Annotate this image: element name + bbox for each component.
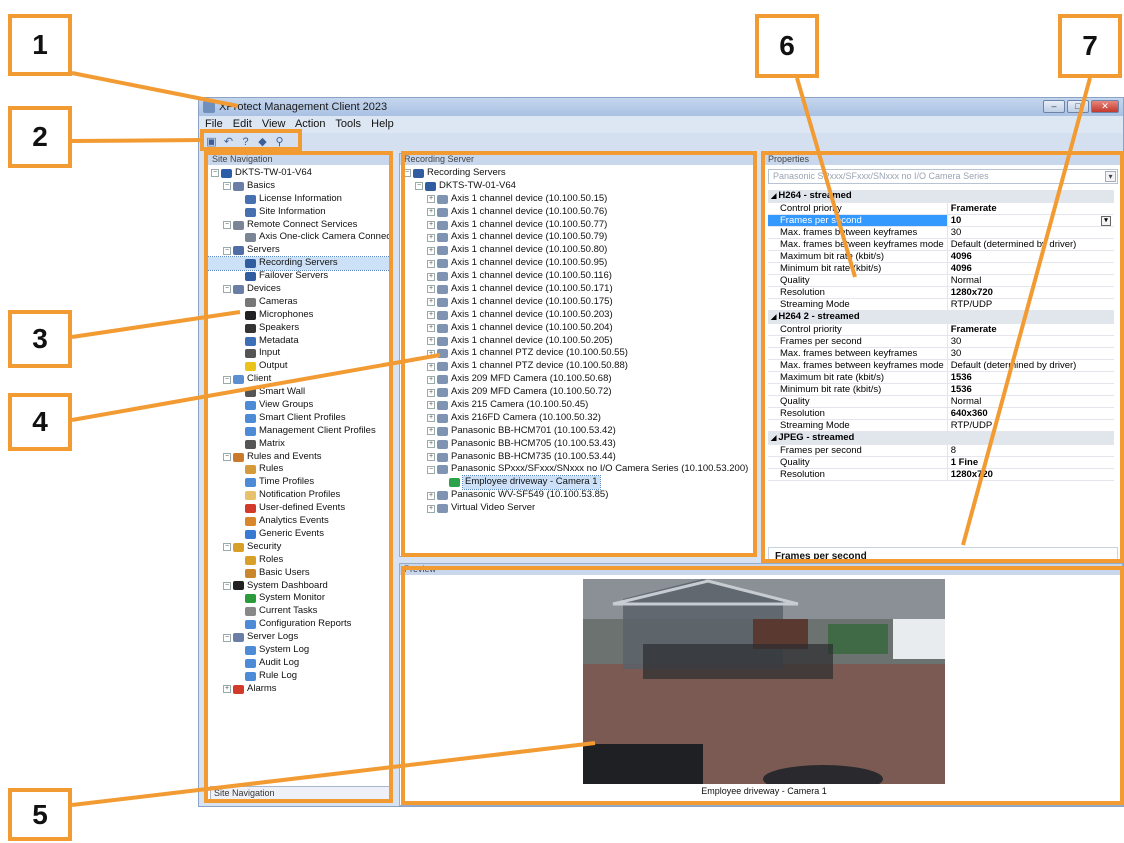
callout-lines — [71, 71, 1092, 807]
callout-7: 7 — [1058, 14, 1122, 78]
callout-2: 2 — [8, 106, 72, 168]
callout-5: 5 — [8, 788, 72, 841]
callout-3: 3 — [8, 310, 72, 368]
callout-4: 4 — [8, 393, 72, 451]
callout-1: 1 — [8, 14, 72, 76]
callout-6: 6 — [755, 14, 819, 78]
